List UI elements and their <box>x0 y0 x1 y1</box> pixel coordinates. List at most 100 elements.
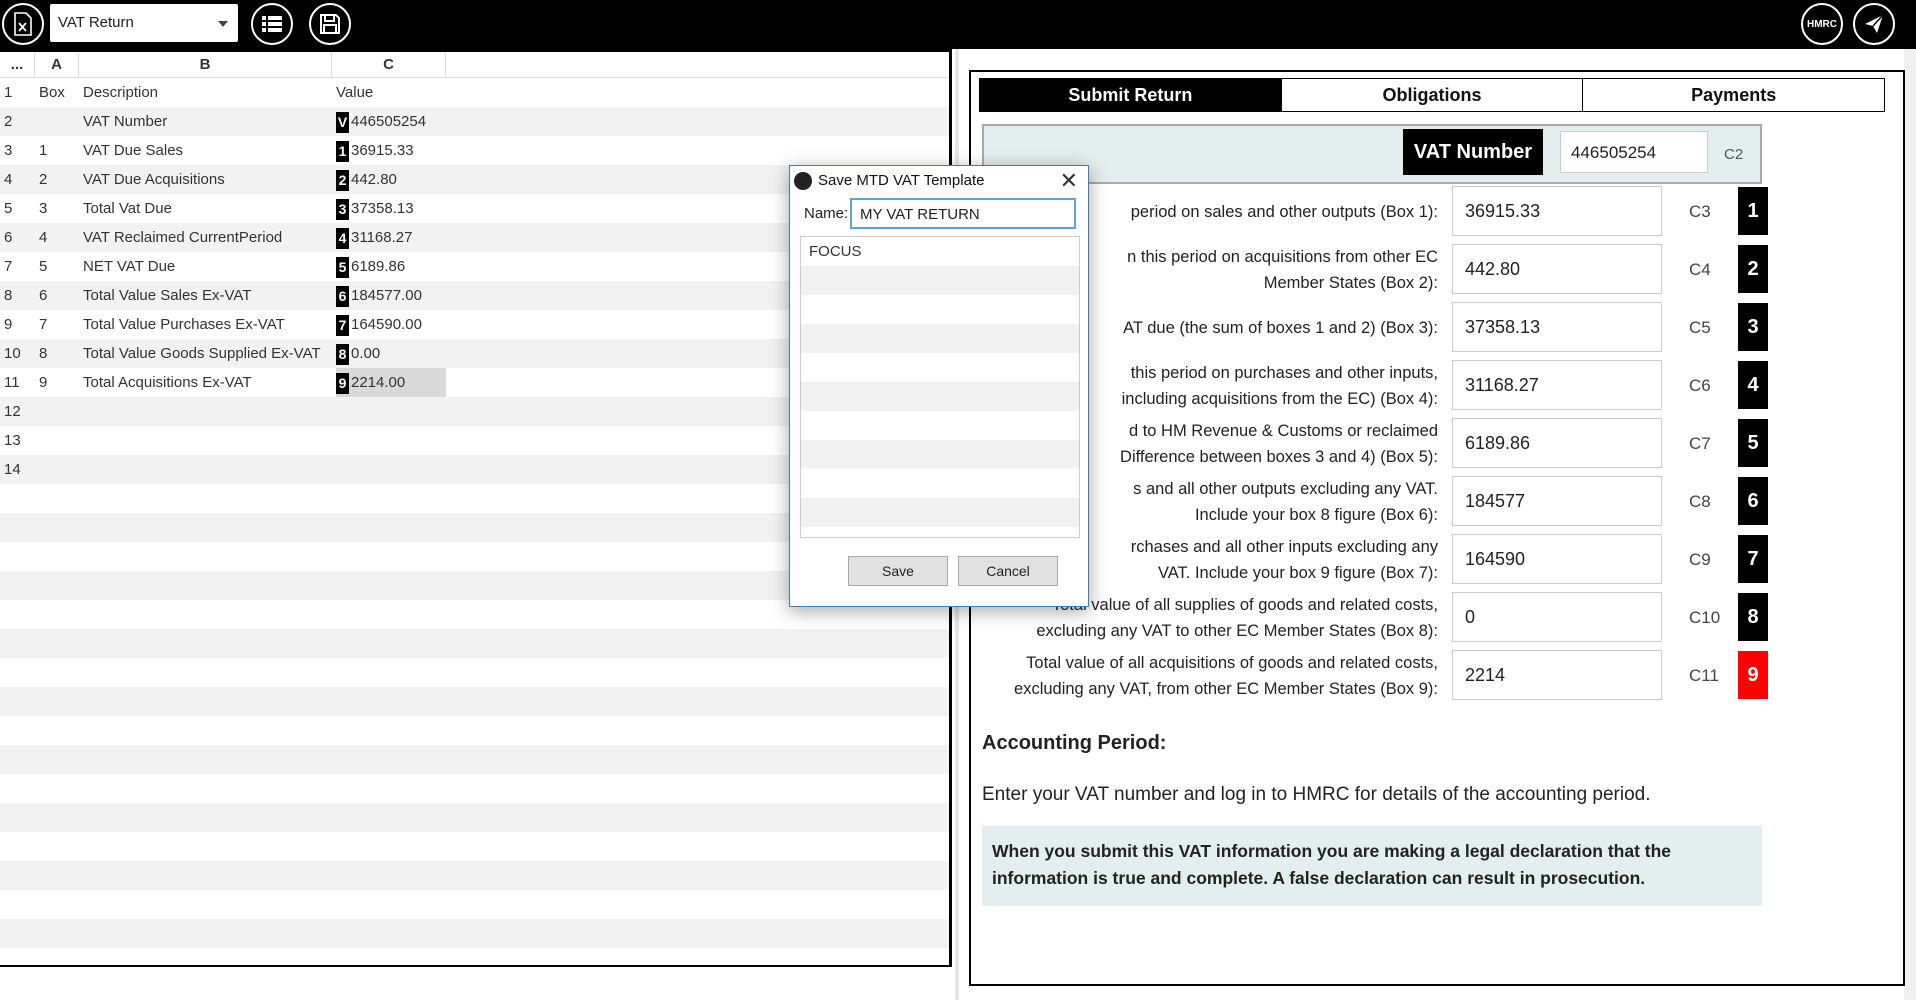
cell-c[interactable]: 8 0.00 <box>336 339 446 368</box>
cell-b[interactable]: VAT Due Acquisitions <box>83 165 328 194</box>
row-number[interactable]: 11 <box>4 368 34 397</box>
close-icon[interactable]: ✕ <box>1060 168 1078 194</box>
box-value-input[interactable]: 164590 <box>1452 534 1662 584</box>
table-row[interactable] <box>0 832 949 861</box>
list-item[interactable] <box>801 411 1079 440</box>
cell-c[interactable]: 4 31168.27 <box>336 223 446 252</box>
template-list[interactable]: FOCUS <box>800 236 1080 538</box>
table-row[interactable] <box>0 803 949 832</box>
box-value-input[interactable]: 442.80 <box>1452 244 1662 294</box>
list-item[interactable] <box>801 382 1079 411</box>
table-row[interactable] <box>0 890 949 919</box>
row-number[interactable]: 4 <box>4 165 34 194</box>
list-item[interactable] <box>801 498 1079 527</box>
column-header-c[interactable]: C <box>332 52 446 78</box>
cell-c[interactable]: 7 164590.00 <box>336 310 446 339</box>
cell-b[interactable]: VAT Number <box>83 107 328 136</box>
save-button[interactable]: Save <box>848 556 948 586</box>
cell-b[interactable]: Total Value Sales Ex-VAT <box>83 281 328 310</box>
template-dropdown[interactable]: VAT Return <box>50 4 238 42</box>
cell-b[interactable]: Description <box>83 78 328 107</box>
cell-c[interactable]: 6 184577.00 <box>336 281 446 310</box>
column-header-a[interactable]: A <box>35 52 79 78</box>
list-item[interactable] <box>801 295 1079 324</box>
cell-a[interactable]: 1 <box>39 136 79 165</box>
cell-a[interactable]: Box <box>39 78 79 107</box>
cell-a[interactable]: 6 <box>39 281 79 310</box>
submit-send-button[interactable] <box>1853 3 1895 45</box>
cell-b[interactable]: Total Acquisitions Ex-VAT <box>83 368 328 397</box>
list-item[interactable] <box>801 266 1079 295</box>
table-row[interactable]: 1 Box Description Value <box>0 78 949 107</box>
table-row[interactable] <box>0 948 949 965</box>
row-number[interactable]: 3 <box>4 136 34 165</box>
corner-header[interactable]: ... <box>0 52 35 78</box>
tab-submit-return[interactable]: Submit Return <box>980 79 1282 111</box>
dialog-titlebar[interactable]: Save MTD VAT Template ✕ <box>790 166 1088 196</box>
list-button[interactable] <box>251 3 293 45</box>
cell-c[interactable]: Value <box>336 78 446 107</box>
box-value-input[interactable]: 31168.27 <box>1452 360 1662 410</box>
table-row[interactable]: 2 VAT Number V 446505254 <box>0 107 949 136</box>
cell-a[interactable]: 9 <box>39 368 79 397</box>
list-item[interactable] <box>801 353 1079 382</box>
vat-number-input[interactable]: 446505254 <box>1560 131 1708 173</box>
row-number[interactable]: 8 <box>4 281 34 310</box>
box-value-input[interactable]: 36915.33 <box>1452 186 1662 236</box>
list-item[interactable] <box>801 324 1079 353</box>
box-value-input[interactable]: 0 <box>1452 592 1662 642</box>
row-number[interactable]: 6 <box>4 223 34 252</box>
table-row[interactable] <box>0 919 949 948</box>
cell-c[interactable]: 9 2214.00 <box>336 368 446 397</box>
table-row[interactable] <box>0 716 949 745</box>
row-number[interactable]: 7 <box>4 252 34 281</box>
box-value-input[interactable]: 184577 <box>1452 476 1662 526</box>
table-row[interactable] <box>0 687 949 716</box>
cell-b[interactable]: Total Vat Due <box>83 194 328 223</box>
cell-a[interactable]: 8 <box>39 339 79 368</box>
cell-c[interactable]: 1 36915.33 <box>336 136 446 165</box>
row-number[interactable]: 13 <box>4 426 34 455</box>
cell-c[interactable]: 3 37358.13 <box>336 194 446 223</box>
cell-b[interactable]: VAT Due Sales <box>83 136 328 165</box>
excel-icon[interactable] <box>2 3 44 45</box>
cell-b[interactable]: VAT Reclaimed CurrentPeriod <box>83 223 328 252</box>
cell-a[interactable]: 2 <box>39 165 79 194</box>
cell-a[interactable]: 7 <box>39 310 79 339</box>
tab-payments[interactable]: Payments <box>1583 79 1885 111</box>
row-number[interactable]: 9 <box>4 310 34 339</box>
box-value-input[interactable]: 37358.13 <box>1452 302 1662 352</box>
cell-c[interactable]: 5 6189.86 <box>336 252 446 281</box>
cell-a[interactable]: 4 <box>39 223 79 252</box>
cell-b[interactable]: NET VAT Due <box>83 252 328 281</box>
list-item[interactable] <box>801 469 1079 498</box>
template-name-input[interactable]: MY VAT RETURN <box>850 198 1076 229</box>
box-value-input[interactable]: 6189.86 <box>1452 418 1662 468</box>
cell-c[interactable]: V 446505254 <box>336 107 446 136</box>
cell-a[interactable]: 5 <box>39 252 79 281</box>
list-item[interactable]: FOCUS <box>801 237 1079 266</box>
table-row[interactable] <box>0 658 949 687</box>
cell-b[interactable]: Total Value Purchases Ex-VAT <box>83 310 328 339</box>
list-item[interactable] <box>801 440 1079 469</box>
cell-c[interactable]: 2 442.80 <box>336 165 446 194</box>
table-row[interactable]: 3 1 VAT Due Sales 1 36915.33 <box>0 136 949 165</box>
table-row[interactable] <box>0 629 949 658</box>
row-number[interactable]: 5 <box>4 194 34 223</box>
cell-b[interactable]: Total Value Goods Supplied Ex-VAT <box>83 339 328 368</box>
save-button[interactable] <box>309 3 351 45</box>
row-number[interactable]: 10 <box>4 339 34 368</box>
table-row[interactable] <box>0 745 949 774</box>
cell-a[interactable]: 3 <box>39 194 79 223</box>
cancel-button[interactable]: Cancel <box>958 556 1058 586</box>
table-row[interactable] <box>0 861 949 890</box>
hmrc-login-button[interactable]: HMRC <box>1801 3 1843 45</box>
table-row[interactable] <box>0 774 949 803</box>
tab-obligations[interactable]: Obligations <box>1281 79 1584 111</box>
row-number[interactable]: 12 <box>4 397 34 426</box>
row-number[interactable]: 1 <box>4 78 34 107</box>
row-number[interactable]: 14 <box>4 455 34 484</box>
box-value-input[interactable]: 2214 <box>1452 650 1662 700</box>
row-number[interactable]: 2 <box>4 107 34 136</box>
column-header-b[interactable]: B <box>79 52 332 78</box>
